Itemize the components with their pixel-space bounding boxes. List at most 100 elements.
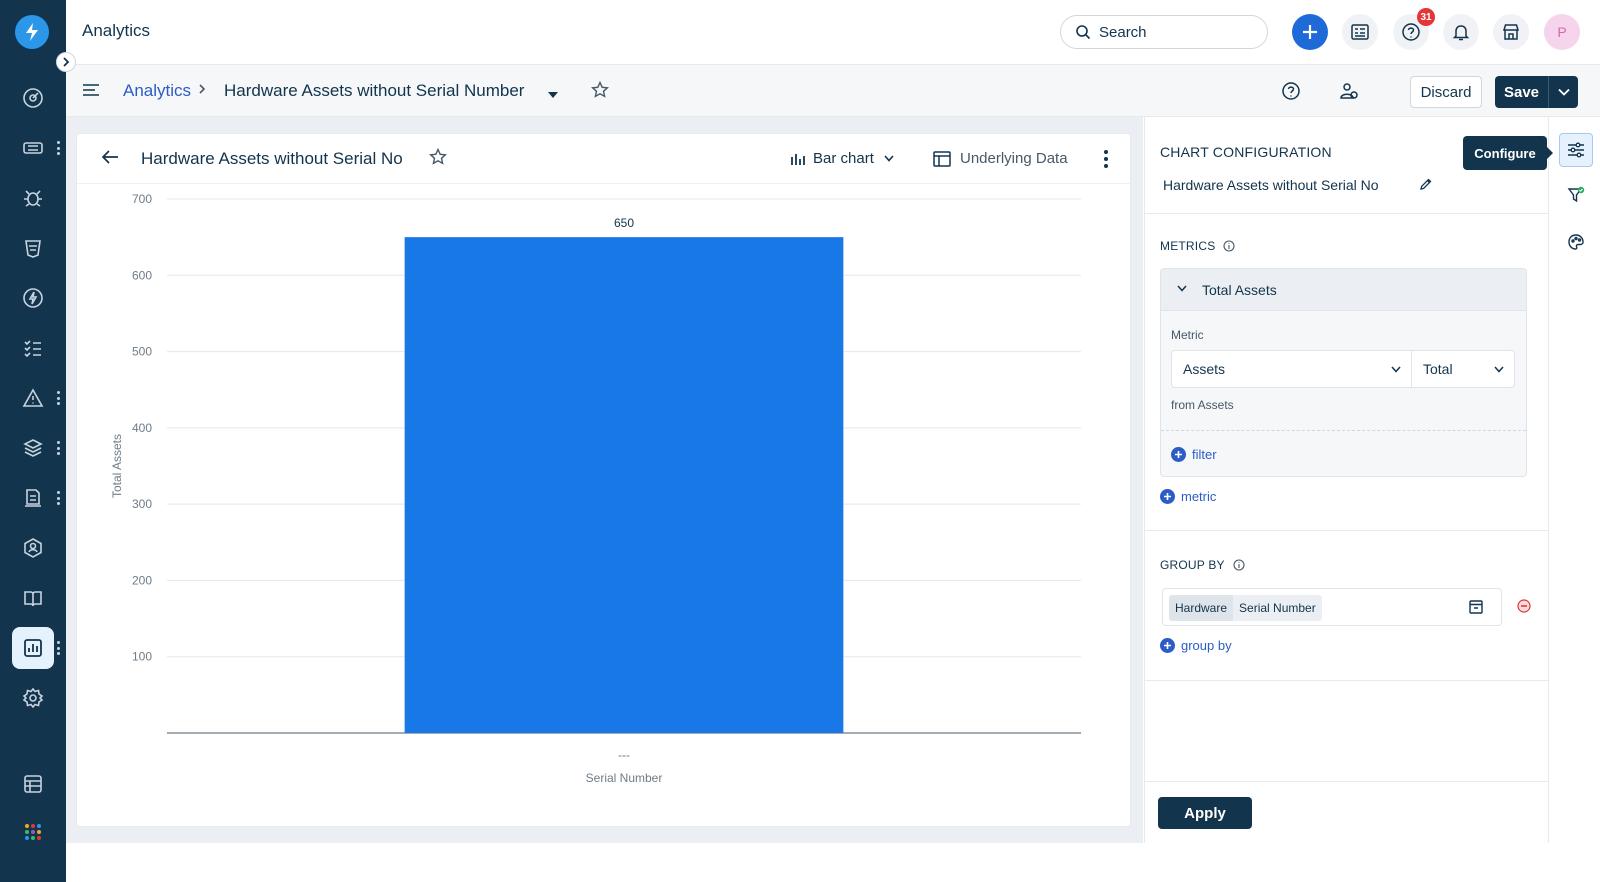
configure-sliders-icon[interactable] [1559,133,1593,167]
metric-aggregation-value: Total [1423,361,1453,377]
divider [1145,680,1549,681]
marketplace-store-icon[interactable] [1493,14,1529,50]
chevron-down-icon [884,155,894,162]
help-badge: 31 [1417,8,1435,26]
expand-nav-chevron-icon[interactable] [56,52,76,72]
add-filter-label: filter [1192,447,1217,462]
add-plus-icon [1160,489,1175,504]
alerts-more-icon[interactable] [57,391,60,405]
chart-card-header: Hardware Assets without Serial No Bar ch… [77,134,1130,184]
tickets-more-icon[interactable] [57,141,60,155]
assets-more-icon[interactable] [57,441,60,455]
calendar-icon[interactable] [1468,599,1484,620]
metric-aggregation-select[interactable]: Total [1411,350,1515,388]
help-icon[interactable]: 31 [1393,8,1435,50]
solutions-book-icon[interactable] [12,577,54,619]
help-circle-icon[interactable] [1281,81,1301,106]
breadcrumb-analytics-link[interactable]: Analytics [123,81,191,101]
user-avatar[interactable]: P [1544,14,1580,50]
metric-card-header[interactable]: Total Assets [1161,269,1526,311]
contracts-document-icon[interactable] [12,477,54,519]
table-icon [933,150,951,167]
tasks-list-icon[interactable] [12,327,54,369]
info-icon [1223,240,1235,252]
apps-launcher-icon[interactable] [12,811,54,853]
y-tick-label: 100 [132,650,152,664]
left-nav [0,0,66,882]
sub-header: Analytics Hardware Assets without Serial… [66,65,1600,117]
theme-palette-icon[interactable] [1559,225,1593,259]
filter-funnel-icon[interactable] [1559,178,1593,212]
tickets-icon[interactable] [12,127,54,169]
favorite-report-star-icon[interactable] [590,80,610,104]
edit-pencil-icon[interactable] [1419,177,1433,196]
group-by-entity: Hardware [1169,595,1234,621]
service-catalog-icon[interactable] [1342,14,1378,50]
chart-configuration-panel: CHART CONFIGURATION Hardware Assets with… [1144,117,1549,843]
chart-type-select[interactable]: Bar chart [789,150,902,167]
contracts-more-icon[interactable] [57,491,60,505]
new-item-plus-icon[interactable] [1292,14,1328,50]
menu-hamburger-icon[interactable] [82,82,100,103]
metric-field-label: Metric [1171,328,1204,342]
discard-button[interactable]: Discard [1410,76,1482,108]
save-button-group: Save [1495,76,1578,108]
search-input[interactable]: Search [1060,15,1268,49]
share-users-icon[interactable] [1339,81,1359,106]
group-by-label: GROUP BY [1160,558,1225,572]
y-tick-label: 500 [132,345,152,359]
divider [1145,530,1549,531]
notifications-bell-icon[interactable] [1443,14,1479,50]
divider [1145,781,1549,782]
remove-group-by-icon[interactable] [1517,599,1531,618]
chart-card: Hardware Assets without Serial No Bar ch… [76,133,1131,827]
analytics-chart-icon[interactable] [12,627,54,669]
alerts-warning-icon[interactable] [12,377,54,419]
group-by-field[interactable]: Hardware Serial Number [1162,588,1502,626]
app-logo-icon[interactable] [15,15,49,49]
chevron-down-icon [1391,366,1401,373]
chart-more-options-icon[interactable] [1104,150,1108,168]
apply-button[interactable]: Apply [1158,797,1252,829]
add-metric-label: metric [1181,489,1217,504]
underlying-data-button[interactable]: Underlying Data [933,150,1068,167]
x-tick-label: --- [618,748,630,762]
y-axis-title: Total Assets [110,434,124,498]
group-by-field-name: Serial Number [1239,601,1316,615]
y-tick-label: 400 [132,421,152,435]
add-plus-icon [1160,638,1175,653]
calendar-grid-icon[interactable] [12,763,54,805]
back-arrow-icon[interactable] [101,149,119,170]
breadcrumb-chevron-icon [197,82,207,101]
users-icon[interactable] [12,527,54,569]
metrics-section-label: METRICS [1160,239,1235,253]
analytics-more-icon[interactable] [57,641,60,655]
bar-value-label: 650 [614,216,634,230]
bar-chart-icon [791,153,805,165]
underlying-data-label: Underlying Data [960,150,1068,167]
add-filter-link[interactable]: filter [1171,447,1217,462]
favorite-chart-star-icon[interactable] [428,147,448,171]
changes-shield-icon[interactable] [12,227,54,269]
save-options-chevron-down-icon[interactable] [1548,76,1578,108]
search-icon [1076,25,1091,40]
add-plus-icon [1171,447,1186,462]
dashboard-icon[interactable] [12,77,54,119]
assets-layers-icon[interactable] [12,427,54,469]
group-by-section-label: GROUP BY [1160,558,1245,572]
group-by-chip: Hardware Serial Number [1169,595,1322,621]
settings-gear-icon[interactable] [12,677,54,719]
metric-source-text: from Assets [1171,398,1234,412]
bar-chart: 100 200 300 400 500 600 700 650 --- Serial Number… [110,192,1081,785]
add-group-by-link[interactable]: group by [1160,638,1232,653]
releases-bolt-icon[interactable] [12,277,54,319]
report-dropdown-caret-icon[interactable] [547,86,559,104]
add-group-by-label: group by [1181,638,1232,653]
collapse-chevron-down-icon[interactable] [1177,285,1187,292]
metric-field-select[interactable]: Assets [1171,350,1412,388]
problems-bug-icon[interactable] [12,177,54,219]
chart-title: Hardware Assets without Serial No [141,149,403,168]
add-metric-link[interactable]: metric [1160,489,1216,504]
divider [1145,213,1549,214]
save-button[interactable]: Save [1495,76,1548,108]
